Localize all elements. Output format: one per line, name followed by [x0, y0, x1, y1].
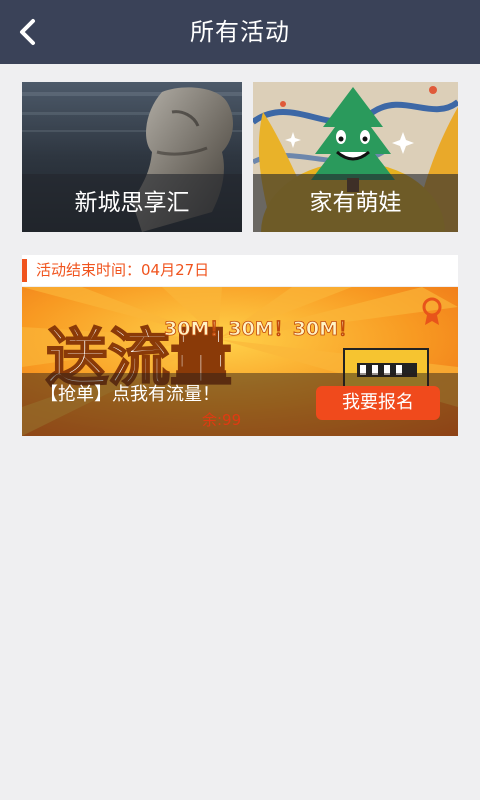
category-label: 新城思享汇 [22, 174, 242, 232]
accent-bar [22, 259, 27, 282]
app-header: 所有活动 [0, 0, 480, 64]
banner-promo-text: 30M！30M！30M！ [164, 318, 357, 340]
remaining-count: 余:99 [202, 411, 242, 429]
category-cards: 新城思享汇 家有萌娃 [22, 82, 458, 232]
page-title: 所有活动 [190, 18, 290, 46]
activity-banner[interactable]: 送流量 30M！30M！30M！ 【抢单】点我有流量！ 余:99 我要报名 [22, 287, 458, 436]
signup-button[interactable]: 我要报名 [316, 386, 440, 420]
category-label: 家有萌娃 [253, 174, 458, 232]
activity-title: 【抢单】点我有流量！ [40, 384, 220, 405]
activity-end-time-header: 活动结束时间：04月27日 [22, 255, 458, 286]
category-card-xincheng[interactable]: 新城思享汇 [22, 82, 242, 232]
activity-end-time: 活动结束时间：04月27日 [36, 261, 210, 279]
category-card-kids[interactable]: 家有萌娃 [253, 82, 458, 232]
